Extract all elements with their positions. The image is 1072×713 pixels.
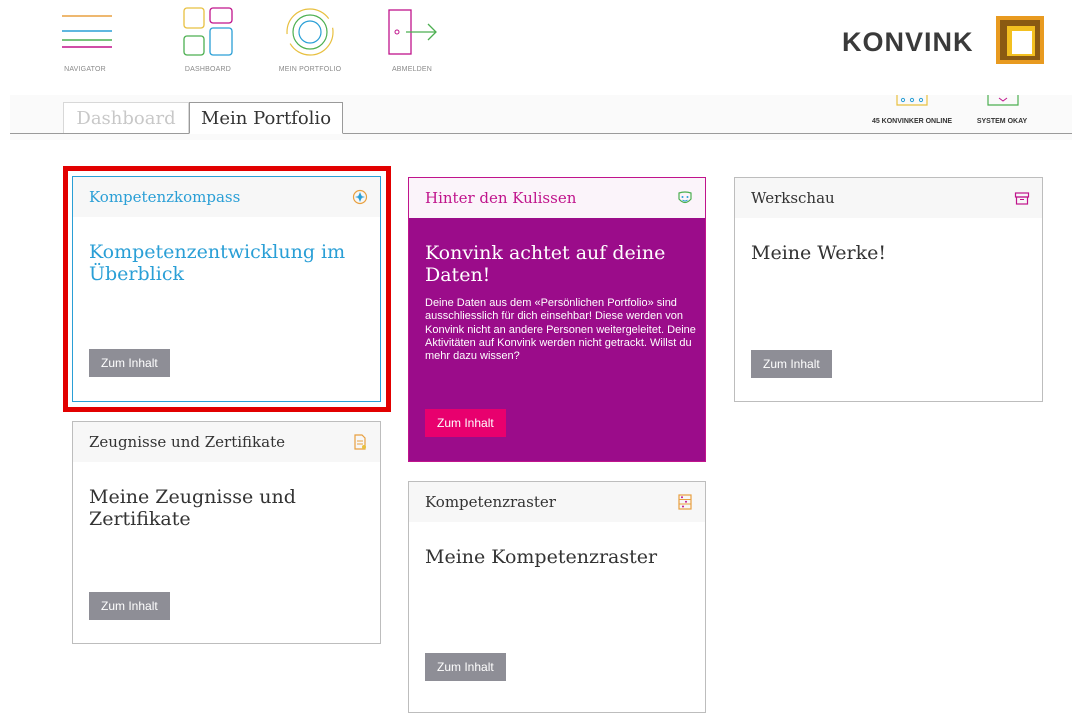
highlight-box (63, 166, 391, 412)
tab-dashboard[interactable]: Dashboard (63, 102, 189, 133)
card-heading: Meine Werke! (751, 242, 886, 264)
archive-box-icon (1014, 192, 1030, 205)
card-werkschau: Werkschau Meine Werke! Zum Inhalt (734, 177, 1043, 402)
zum-inhalt-button[interactable]: Zum Inhalt (89, 592, 170, 620)
online-count-label: 45 KONVINKER ONLINE (871, 118, 953, 125)
nav-dashboard[interactable]: DASHBOARD (158, 0, 258, 73)
nav-label: DASHBOARD (184, 66, 232, 73)
card-title: Zeugnisse und Zertifikate (89, 433, 285, 451)
nav-label: ABMELDEN (391, 66, 433, 73)
tab-mein-portfolio[interactable]: Mein Portfolio (189, 102, 343, 134)
zum-inhalt-button[interactable]: Zum Inhalt (751, 350, 832, 378)
nav-label: MEIN PORTFOLIO (278, 66, 342, 73)
online-status: 45 KONVINKER ONLINE (862, 95, 962, 125)
card-hinter-den-kulissen: Hinter den Kulissen Konvink achtet auf d… (408, 177, 706, 462)
card-kompetenzraster: Kompetenzraster Meine Kompetenzraster Zu… (408, 481, 706, 713)
nav-label: NAVIGATOR (64, 66, 106, 73)
card-header: Zeugnisse und Zertifikate (73, 422, 380, 462)
card-title: Werkschau (751, 189, 835, 207)
card-title: Kompetenzraster (425, 493, 556, 511)
card-zeugnisse: Zeugnisse und Zertifikate Meine Zeugniss… (72, 421, 381, 644)
system-status: SYSTEM OKAY (962, 95, 1042, 125)
zum-inhalt-button[interactable]: Zum Inhalt (425, 409, 506, 437)
top-navigation: NAVIGATOR DASHBOARD MEIN PORTFOLIO ABMEL… (0, 0, 1072, 95)
brand-logo-text: KONVINK (842, 27, 974, 57)
menu-lines-icon (62, 15, 112, 48)
card-title: Hinter den Kulissen (425, 189, 577, 207)
card-header: Kompetenzraster (409, 482, 705, 522)
brand-logo-icon (996, 16, 1044, 64)
dashboard-tiles-icon (183, 7, 233, 56)
nav-portfolio[interactable]: MEIN PORTFOLIO (260, 0, 360, 73)
zum-inhalt-button[interactable]: Zum Inhalt (425, 653, 506, 681)
document-icon (354, 434, 366, 450)
logout-door-icon (388, 9, 437, 55)
nav-logout[interactable]: ABMELDEN (362, 0, 462, 73)
card-heading: Meine Kompetenzraster (425, 546, 658, 568)
card-heading: Konvink achtet auf deine Daten! (425, 242, 666, 286)
portfolio-circles-icon (286, 8, 334, 56)
nav-navigator[interactable]: NAVIGATOR (35, 0, 135, 73)
card-header: Hinter den Kulissen (409, 178, 705, 218)
users-online-icon (896, 95, 928, 106)
theater-mask-icon (678, 191, 692, 204)
grid-list-icon (678, 494, 692, 510)
card-header: Werkschau (735, 178, 1042, 218)
system-status-label: SYSTEM OKAY (976, 118, 1028, 125)
system-check-icon (987, 95, 1019, 106)
card-heading: Meine Zeugnisse und Zertifikate (89, 486, 296, 530)
card-description: Deine Daten aus dem «Persönlichen Portfo… (425, 297, 696, 363)
